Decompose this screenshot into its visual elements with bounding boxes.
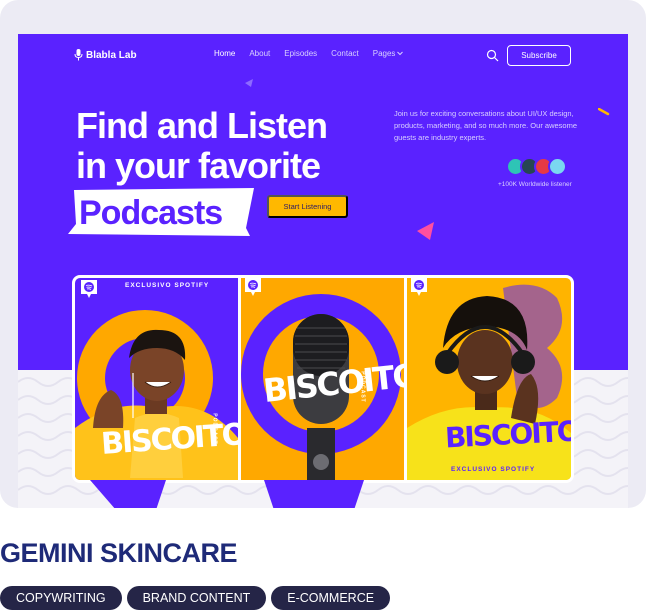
project-tags: COPYWRITING BRAND CONTENT E-COMMERCE — [0, 586, 391, 610]
hero-highlight-banner: Podcasts — [66, 188, 262, 238]
hero-heading-line1: Find and Listen — [76, 105, 328, 146]
microphone-icon — [74, 49, 83, 61]
nav-pages[interactable]: Pages — [373, 49, 404, 58]
nav-home[interactable]: Home — [214, 49, 235, 58]
main-nav: Home About Episodes Contact Pages — [214, 49, 404, 58]
nav-pages-label: Pages — [372, 49, 396, 58]
spotify-icon — [411, 278, 427, 296]
site-logo[interactable]: Blabla Lab — [74, 48, 137, 62]
podcast-card-1[interactable]: EXCLUSIVO SPOTIFY BISCOITO PODCAST — [75, 278, 238, 480]
avatar — [548, 157, 567, 176]
hero-heading-line2: in your favorite — [76, 145, 321, 186]
podcast-card-3[interactable]: BISCOITO EXCLUSIVO SPOTIFY — [407, 278, 571, 480]
exclusive-label: EXCLUSIVO SPOTIFY — [451, 466, 536, 473]
hero-highlight-text: Podcasts — [79, 194, 223, 232]
gallery-base-shapes — [90, 480, 364, 508]
triangle-decoration — [417, 222, 434, 240]
nav-about[interactable]: About — [249, 49, 270, 58]
podcast-tag: PODCAST — [211, 413, 218, 445]
nav-episodes[interactable]: Episodes — [284, 49, 317, 58]
tag-e-commerce[interactable]: E-COMMERCE — [271, 586, 391, 610]
subscribe-button[interactable]: Subscribe — [507, 45, 571, 66]
project-title: GEMINI SKINCARE — [0, 538, 238, 568]
exclusive-label: EXCLUSIVO SPOTIFY — [125, 282, 210, 289]
nav-contact[interactable]: Contact — [331, 49, 359, 58]
logo-text: Blabla Lab — [86, 49, 137, 61]
search-icon[interactable] — [486, 49, 499, 62]
hero-intro-text: Join us for exciting conversations about… — [394, 109, 577, 142]
biscoito-logo: BISCOITO — [444, 414, 571, 455]
listener-avatars — [506, 157, 567, 176]
triangle-decoration — [245, 79, 253, 87]
tag-brand-content[interactable]: BRAND CONTENT — [126, 586, 267, 610]
podcast-card-2[interactable]: BISCOITO PODCAST — [241, 278, 404, 480]
dash-decoration — [598, 108, 610, 116]
tag-copywriting[interactable]: COPYWRITING — [0, 586, 122, 610]
spotify-icon — [245, 278, 261, 296]
listener-count: +100K Worldwide listener — [498, 181, 572, 188]
site-preview: Blabla Lab Home About Episodes Contact P… — [18, 34, 628, 508]
podcast-tag: PODCAST — [359, 371, 366, 403]
project-card[interactable]: Blabla Lab Home About Episodes Contact P… — [0, 0, 646, 508]
chevron-down-icon — [397, 51, 404, 56]
start-listening-button[interactable]: Start Listening — [267, 195, 348, 218]
podcast-gallery: EXCLUSIVO SPOTIFY BISCOITO PODCAST BISCO… — [72, 275, 574, 483]
spotify-icon — [81, 280, 97, 298]
